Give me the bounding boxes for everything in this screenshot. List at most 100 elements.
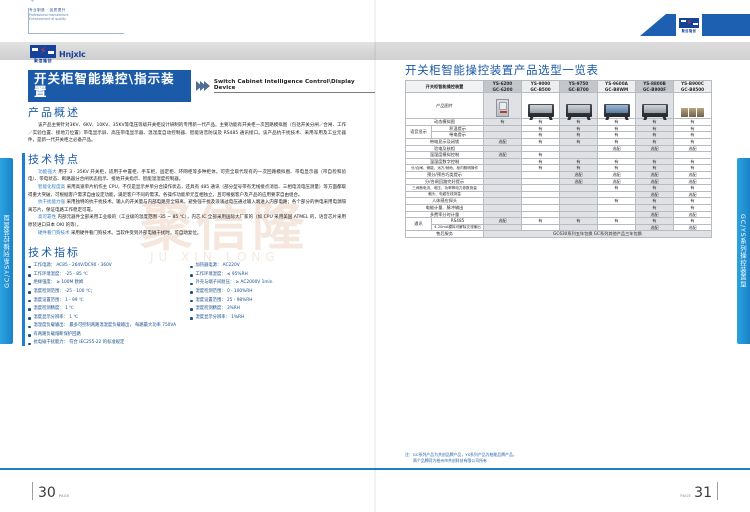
row-label: 触头、电缆在线测温 xyxy=(404,190,485,199)
cell-value: 选配 xyxy=(673,177,713,186)
feature-item: 硬件看门狗技术 采用硬件看门狗技术。当软件受到外部电磁干扰时，可自动复位。 xyxy=(28,230,346,238)
device-multi-icon xyxy=(681,107,705,117)
device-panel-icon xyxy=(496,98,510,117)
cell-value xyxy=(483,203,523,212)
cell-value: 有 xyxy=(521,118,561,126)
cell-value: 有 xyxy=(635,203,675,212)
row-group-label: 通讯 xyxy=(405,217,432,232)
cell-value xyxy=(483,131,523,139)
table-header-model: YS-9000 GC-B500 xyxy=(521,79,561,94)
product-photo-cell xyxy=(635,92,675,120)
page-number-right: PAGE 31 xyxy=(680,482,718,500)
cell-value: 有 xyxy=(673,131,713,139)
cell-value: 有 xyxy=(483,118,523,126)
cell-value: 有 xyxy=(559,124,599,133)
feature-keyword: 硬件看门狗技术 xyxy=(38,230,70,236)
cell-value xyxy=(559,223,599,232)
row-label: 分/合闸、储能、远方/就地、柜内照明操作 xyxy=(404,164,485,172)
cell-value: 选配 xyxy=(673,210,713,219)
cell-value xyxy=(483,197,523,205)
cell-value: 有 xyxy=(635,197,675,205)
ribbon-triangle-icon xyxy=(640,14,666,36)
product-photo-cell xyxy=(673,92,713,120)
footer-rule-left xyxy=(0,467,375,470)
product-title-en: Switch Cabinet Intelligence Control\Disp… xyxy=(213,79,375,93)
cell-value: 有 xyxy=(597,197,637,205)
feature-text: 内部元器件全部采用工业级的（工业级的温度范围 -35 ~ 85 ℃），内芯 IC… xyxy=(28,215,347,228)
feature-text: 采用硬件看门狗技术。当软件受到外部电磁干扰时，可自动复位。 xyxy=(70,230,202,236)
specs-accent-bar xyxy=(22,246,25,347)
row-label: 积温提示 xyxy=(430,124,485,133)
side-tab-right[interactable]: GC/YS系列操控装置型 xyxy=(737,158,750,344)
overview-paragraph: 该产品主要针对3KV、6KV、10KV、35KV等电压等级开关柜设计研制的专用新… xyxy=(28,123,346,144)
table-note-line2: 两个品牌同为柏州市共创科技有限公司所有 xyxy=(413,458,487,464)
specs-section: 技术指标 工作电源： AC85 - 264V/DC90 - 360V 工作环境温… xyxy=(22,244,346,348)
product-photo-cell xyxy=(483,92,523,120)
cell-value: 选配 xyxy=(597,170,637,179)
logo-company-en: Hnjxlc xyxy=(59,50,86,59)
cell-value: 有 xyxy=(673,164,713,172)
cell-value: 选配 xyxy=(635,144,675,153)
cell-value: 有 xyxy=(597,131,637,139)
row-label: 带电显示及闭锁 xyxy=(404,137,485,146)
cell-value: 选配 xyxy=(673,170,713,179)
cell-value xyxy=(521,144,561,153)
row-label: 预分/预合巧类提示 xyxy=(404,170,485,179)
cell-value: 选配 xyxy=(597,144,637,153)
row-label: 带电提示 xyxy=(430,131,485,139)
cell-value: 选配 xyxy=(559,177,599,186)
spec-item: 湿度检测精度： 3%RH xyxy=(190,305,346,314)
row-label: 动态模拟图 xyxy=(404,118,485,126)
cell-value: 有 xyxy=(597,137,637,146)
feature-item: 功能强大 用于 3 - 35KV 开关柜，适用于中置柜、手车柜、固定柜、环网柜等… xyxy=(28,169,346,184)
row-label: 4-20mA模拟可解除交流输出 xyxy=(430,223,485,232)
cell-value xyxy=(521,177,561,186)
cell-value: 选配 xyxy=(483,137,523,146)
ribbon-block-a xyxy=(666,14,676,36)
cell-value: 有 xyxy=(597,164,637,172)
cell-value xyxy=(521,223,561,232)
spec-item-wide: 抗电磁干扰能力： 符合 IEC255-22 的标准规定 xyxy=(28,339,346,348)
cell-value: 选配 xyxy=(635,177,675,186)
cell-value: 有 xyxy=(673,137,713,146)
table-row: 多费率分时计量 选配 选配 xyxy=(404,210,713,219)
spec-item: 湿度检测范围： 0 - 100%RH xyxy=(190,288,346,297)
spec-item: 湿度显示分辨率： 1%RH xyxy=(190,314,346,323)
cell-value xyxy=(597,190,637,199)
table-row: 通讯 RS485 选配 有 有 有 有 有 xyxy=(405,217,713,232)
cell-value xyxy=(521,184,561,192)
cell-value xyxy=(483,124,523,133)
cell-value: 有 xyxy=(635,118,675,126)
cell-value: 有 xyxy=(635,157,675,166)
ribbon-tail xyxy=(702,14,750,36)
slogan-en-line2: Enhancement of quality xyxy=(29,17,66,22)
features-heading: 技术特点 xyxy=(28,152,80,166)
cell-value: 选配 xyxy=(673,223,713,232)
overview-heading: 产品概述 xyxy=(28,106,80,119)
cell-value: 选配 xyxy=(673,190,713,199)
cell-value: 有 xyxy=(521,137,561,146)
cell-value: 有 xyxy=(635,164,675,172)
cell-value: 有 xyxy=(597,124,637,133)
cell-value xyxy=(559,190,599,199)
table-row: 温湿度模拟控制 选配 有 xyxy=(404,151,713,159)
table-row: 带电提示 有 有 有 有 有 xyxy=(406,131,713,139)
left-page: 聚信隆 JU XIN LONG 专业制造 · 品质提升 Professional… xyxy=(0,0,375,512)
feature-text: 用于 3 - 35KV 开关柜，适用于中置柜、手车柜、固定柜、环网柜等多种柜体。… xyxy=(28,169,346,183)
company-logo[interactable]: ⚡ 聚信隆创 Hnjxlc xyxy=(30,45,86,64)
cell-value: 有 xyxy=(559,217,599,225)
page-number-right-value: 31 xyxy=(694,485,712,501)
table-row: 电能计量、脉冲输出 有 有 xyxy=(404,203,713,212)
cell-value: 选配 xyxy=(673,144,713,153)
cell-value xyxy=(483,210,523,219)
table-row: 三间断电流、电压、功率等电力参数测量 有 有 有 xyxy=(404,184,713,192)
spec-item-wide: 有两路负载熔断保护回路 xyxy=(28,331,346,340)
specs-column-right: 加热器电源： AC220V 工作环境湿度： ≤ 95%RH 外壳与端子间耐压： … xyxy=(190,262,346,322)
spec-item: 温度显示分辨率： 1 ℃ xyxy=(28,314,184,323)
page-number-left: 30 PAGE xyxy=(32,482,70,500)
cell-value xyxy=(597,151,637,159)
device-wide-blue-icon xyxy=(603,103,630,120)
side-tab-left-label: GC/YS系列操控装置型 xyxy=(3,214,11,288)
table-row-photos: 产品图片 xyxy=(404,92,713,120)
side-tab-left[interactable]: GC/YS系列操控装置型 xyxy=(0,158,13,344)
